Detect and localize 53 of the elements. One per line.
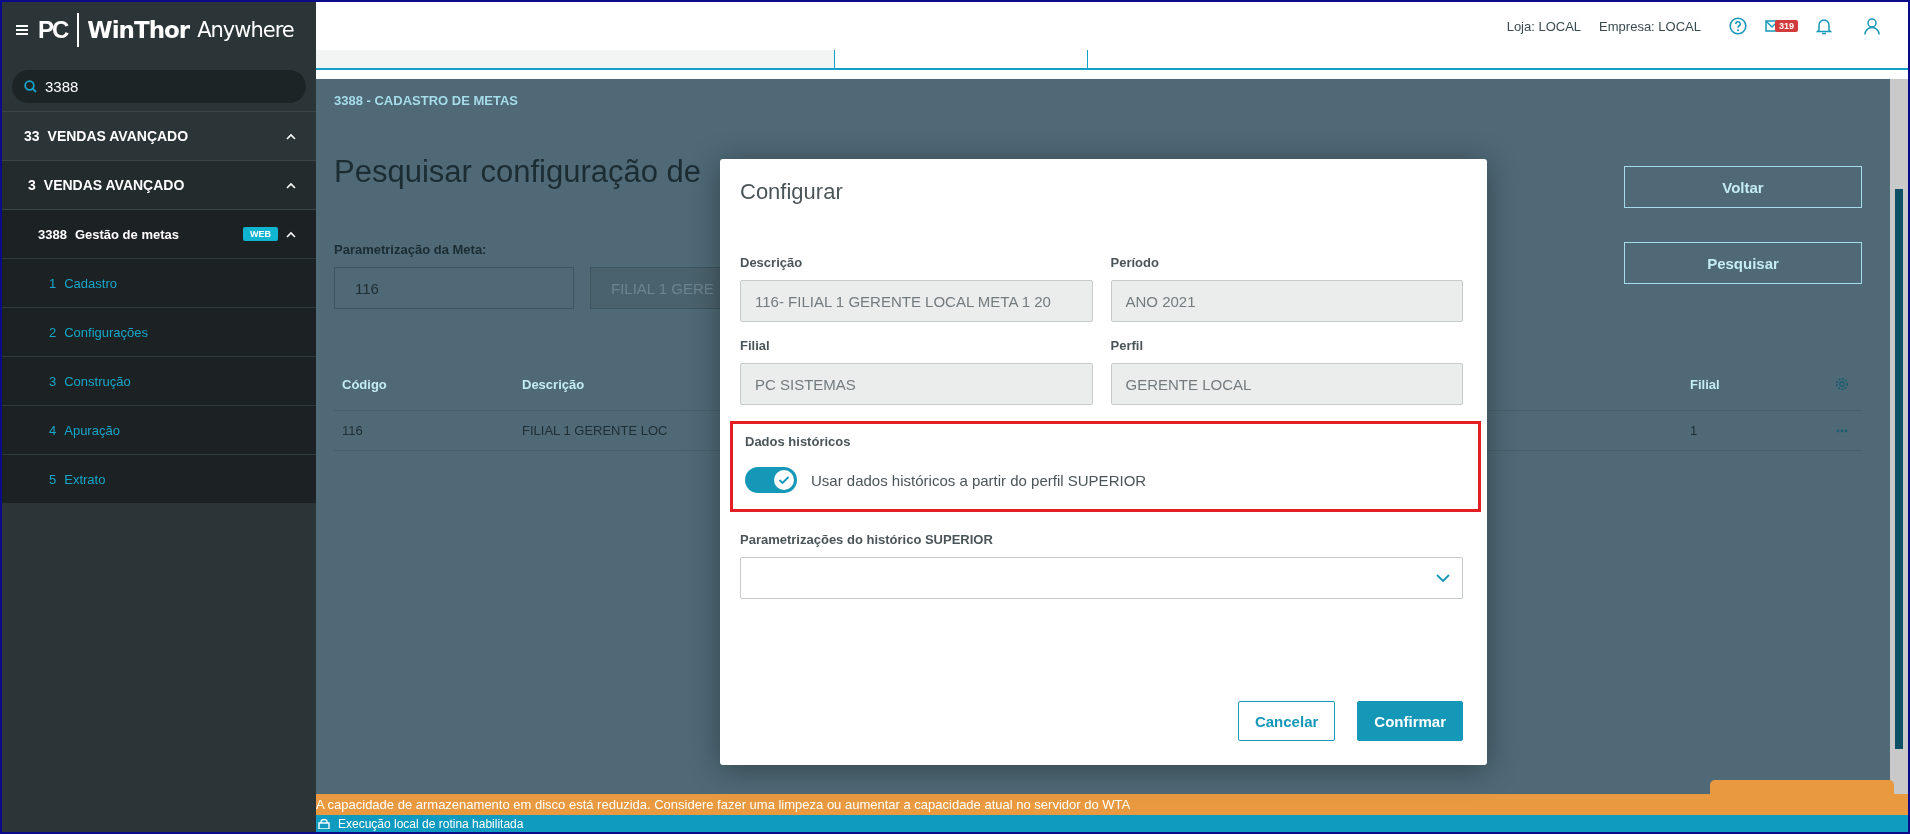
column-header[interactable]: Código xyxy=(334,359,514,411)
lock-icon xyxy=(318,818,330,829)
page-title: Pesquisar configuração de xyxy=(334,154,703,190)
field-label: Perfil xyxy=(1110,338,1144,353)
help-icon[interactable] xyxy=(1728,17,1747,35)
chevron-down-icon xyxy=(1436,574,1450,582)
toggle-label: Usar dados históricos a partir do perfil SUPERIOR xyxy=(811,471,1147,489)
field-label: Descrição xyxy=(740,255,804,270)
confirm-button[interactable]: Confirmar xyxy=(1357,701,1463,741)
menu-item[interactable]: 1 Cadastro xyxy=(2,258,316,307)
text-field[interactable]: PC SISTEMAS xyxy=(740,363,1093,405)
search-icon xyxy=(24,80,37,93)
outline-button[interactable]: Pesquisar xyxy=(1624,242,1862,284)
column-header[interactable]: Filial xyxy=(1682,359,1822,411)
code-field[interactable]: 116 xyxy=(334,267,574,309)
field-label: Período xyxy=(1110,255,1160,270)
menu-item[interactable]: 3 VENDAS AVANÇADO xyxy=(2,160,316,209)
text-field[interactable]: GERENTE LOCAL xyxy=(1110,363,1463,405)
info-bar: Execução local de rotina habilitada xyxy=(316,815,1908,832)
field-label: Parametrizações do histórico SUPERIOR xyxy=(740,532,994,547)
field-label: Parametrização da Meta: xyxy=(334,242,488,257)
section-label: Dados históricos xyxy=(745,434,852,449)
breadcrumb: 3388 - CADASTRO DE METAS xyxy=(334,93,519,108)
dropdown-field[interactable] xyxy=(740,557,1463,599)
check-icon xyxy=(778,475,790,485)
toggle-switch[interactable] xyxy=(745,467,797,493)
mail-count-badge: 319 xyxy=(1774,20,1798,32)
table-cell: 1 xyxy=(1682,411,1822,451)
scrollbar-thumb[interactable] xyxy=(1895,189,1903,749)
caret-icon[interactable] xyxy=(286,181,296,189)
table-cell: 116 xyxy=(334,411,514,451)
menu-item[interactable]: 3388 Gestão de metas WEB xyxy=(2,209,316,258)
search-field[interactable]: 3388 xyxy=(12,70,306,103)
menu-item[interactable]: 5 Extrato xyxy=(2,454,316,503)
bell-icon[interactable] xyxy=(1816,17,1832,35)
field-label: Filial xyxy=(740,338,771,353)
warning-bar: A capacidade de armazenamento em disco está reduzida. Considere fazer uma limpeza ou aumentar a capacidade atual no servidor do WTA xyxy=(316,794,1908,815)
menu-item[interactable]: 2 Configurações xyxy=(2,307,316,356)
outline-button[interactable]: Voltar xyxy=(1624,166,1862,208)
dialog-title: Configurar xyxy=(739,179,844,205)
web-badge: WEB xyxy=(243,227,278,241)
menu-item[interactable]: 3 Construção xyxy=(2,356,316,405)
user-icon[interactable] xyxy=(1864,17,1880,35)
menu-icon[interactable] xyxy=(16,25,28,35)
text-field[interactable]: 116- FILIAL 1 GERENTE LOCAL META 1 20 xyxy=(740,280,1093,322)
app-logo: PC WinThor Anywhere xyxy=(38,13,294,47)
cancel-button[interactable]: Cancelar xyxy=(1237,701,1336,741)
store-label: Loja: LOCAL xyxy=(1506,18,1582,34)
caret-icon[interactable] xyxy=(286,230,296,238)
company-label: Empresa: LOCAL xyxy=(1599,18,1701,34)
menu-item[interactable]: 4 Apuração xyxy=(2,405,316,454)
caret-icon[interactable] xyxy=(286,132,296,140)
text-field[interactable]: ANO 2021 xyxy=(1110,280,1463,322)
